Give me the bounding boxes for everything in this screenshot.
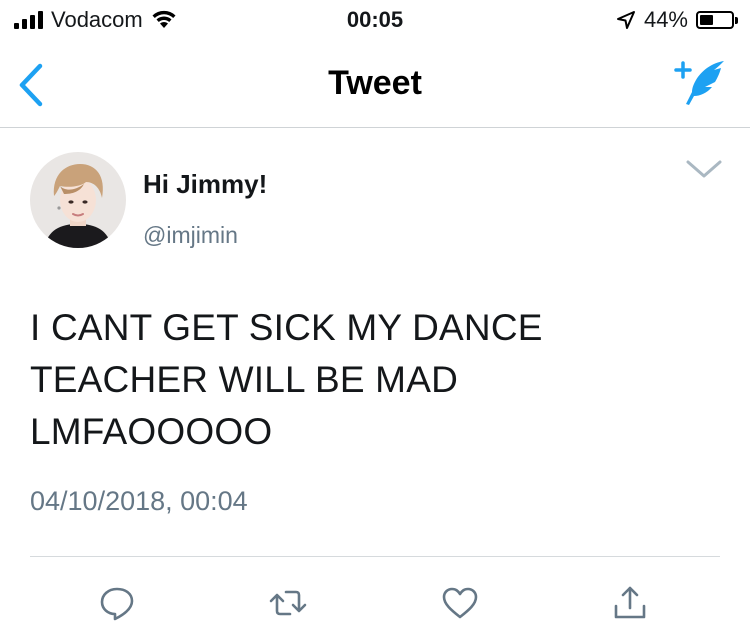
- battery-icon: [696, 11, 734, 29]
- avatar-image: [30, 152, 126, 248]
- chevron-down-icon[interactable]: [684, 156, 724, 182]
- compose-tweet-icon[interactable]: [674, 58, 728, 110]
- user-handle[interactable]: @imjimin: [143, 222, 238, 249]
- battery-percent: 44%: [643, 7, 688, 32]
- divider: [30, 556, 720, 557]
- like-icon[interactable]: [440, 584, 480, 622]
- retweet-icon[interactable]: [268, 584, 308, 622]
- tweet-text: I CANT GET SICK MY DANCE TEACHER WILL BE…: [30, 307, 543, 452]
- battery-tip: [735, 16, 738, 24]
- page-title: Tweet: [328, 64, 422, 102]
- status-right: 44%: [616, 7, 738, 33]
- share-icon[interactable]: [610, 584, 650, 622]
- reply-icon[interactable]: [97, 584, 137, 622]
- display-name[interactable]: Hi Jimmy!: [143, 169, 267, 200]
- tweet-timestamp: 04/10/2018, 00:04: [30, 486, 248, 516]
- status-bar: Vodacom 00:05 44%: [0, 0, 750, 40]
- nav-bar: Tweet: [0, 40, 750, 128]
- location-arrow-icon: [616, 11, 635, 29]
- avatar[interactable]: [30, 152, 126, 248]
- battery-level: [700, 15, 713, 25]
